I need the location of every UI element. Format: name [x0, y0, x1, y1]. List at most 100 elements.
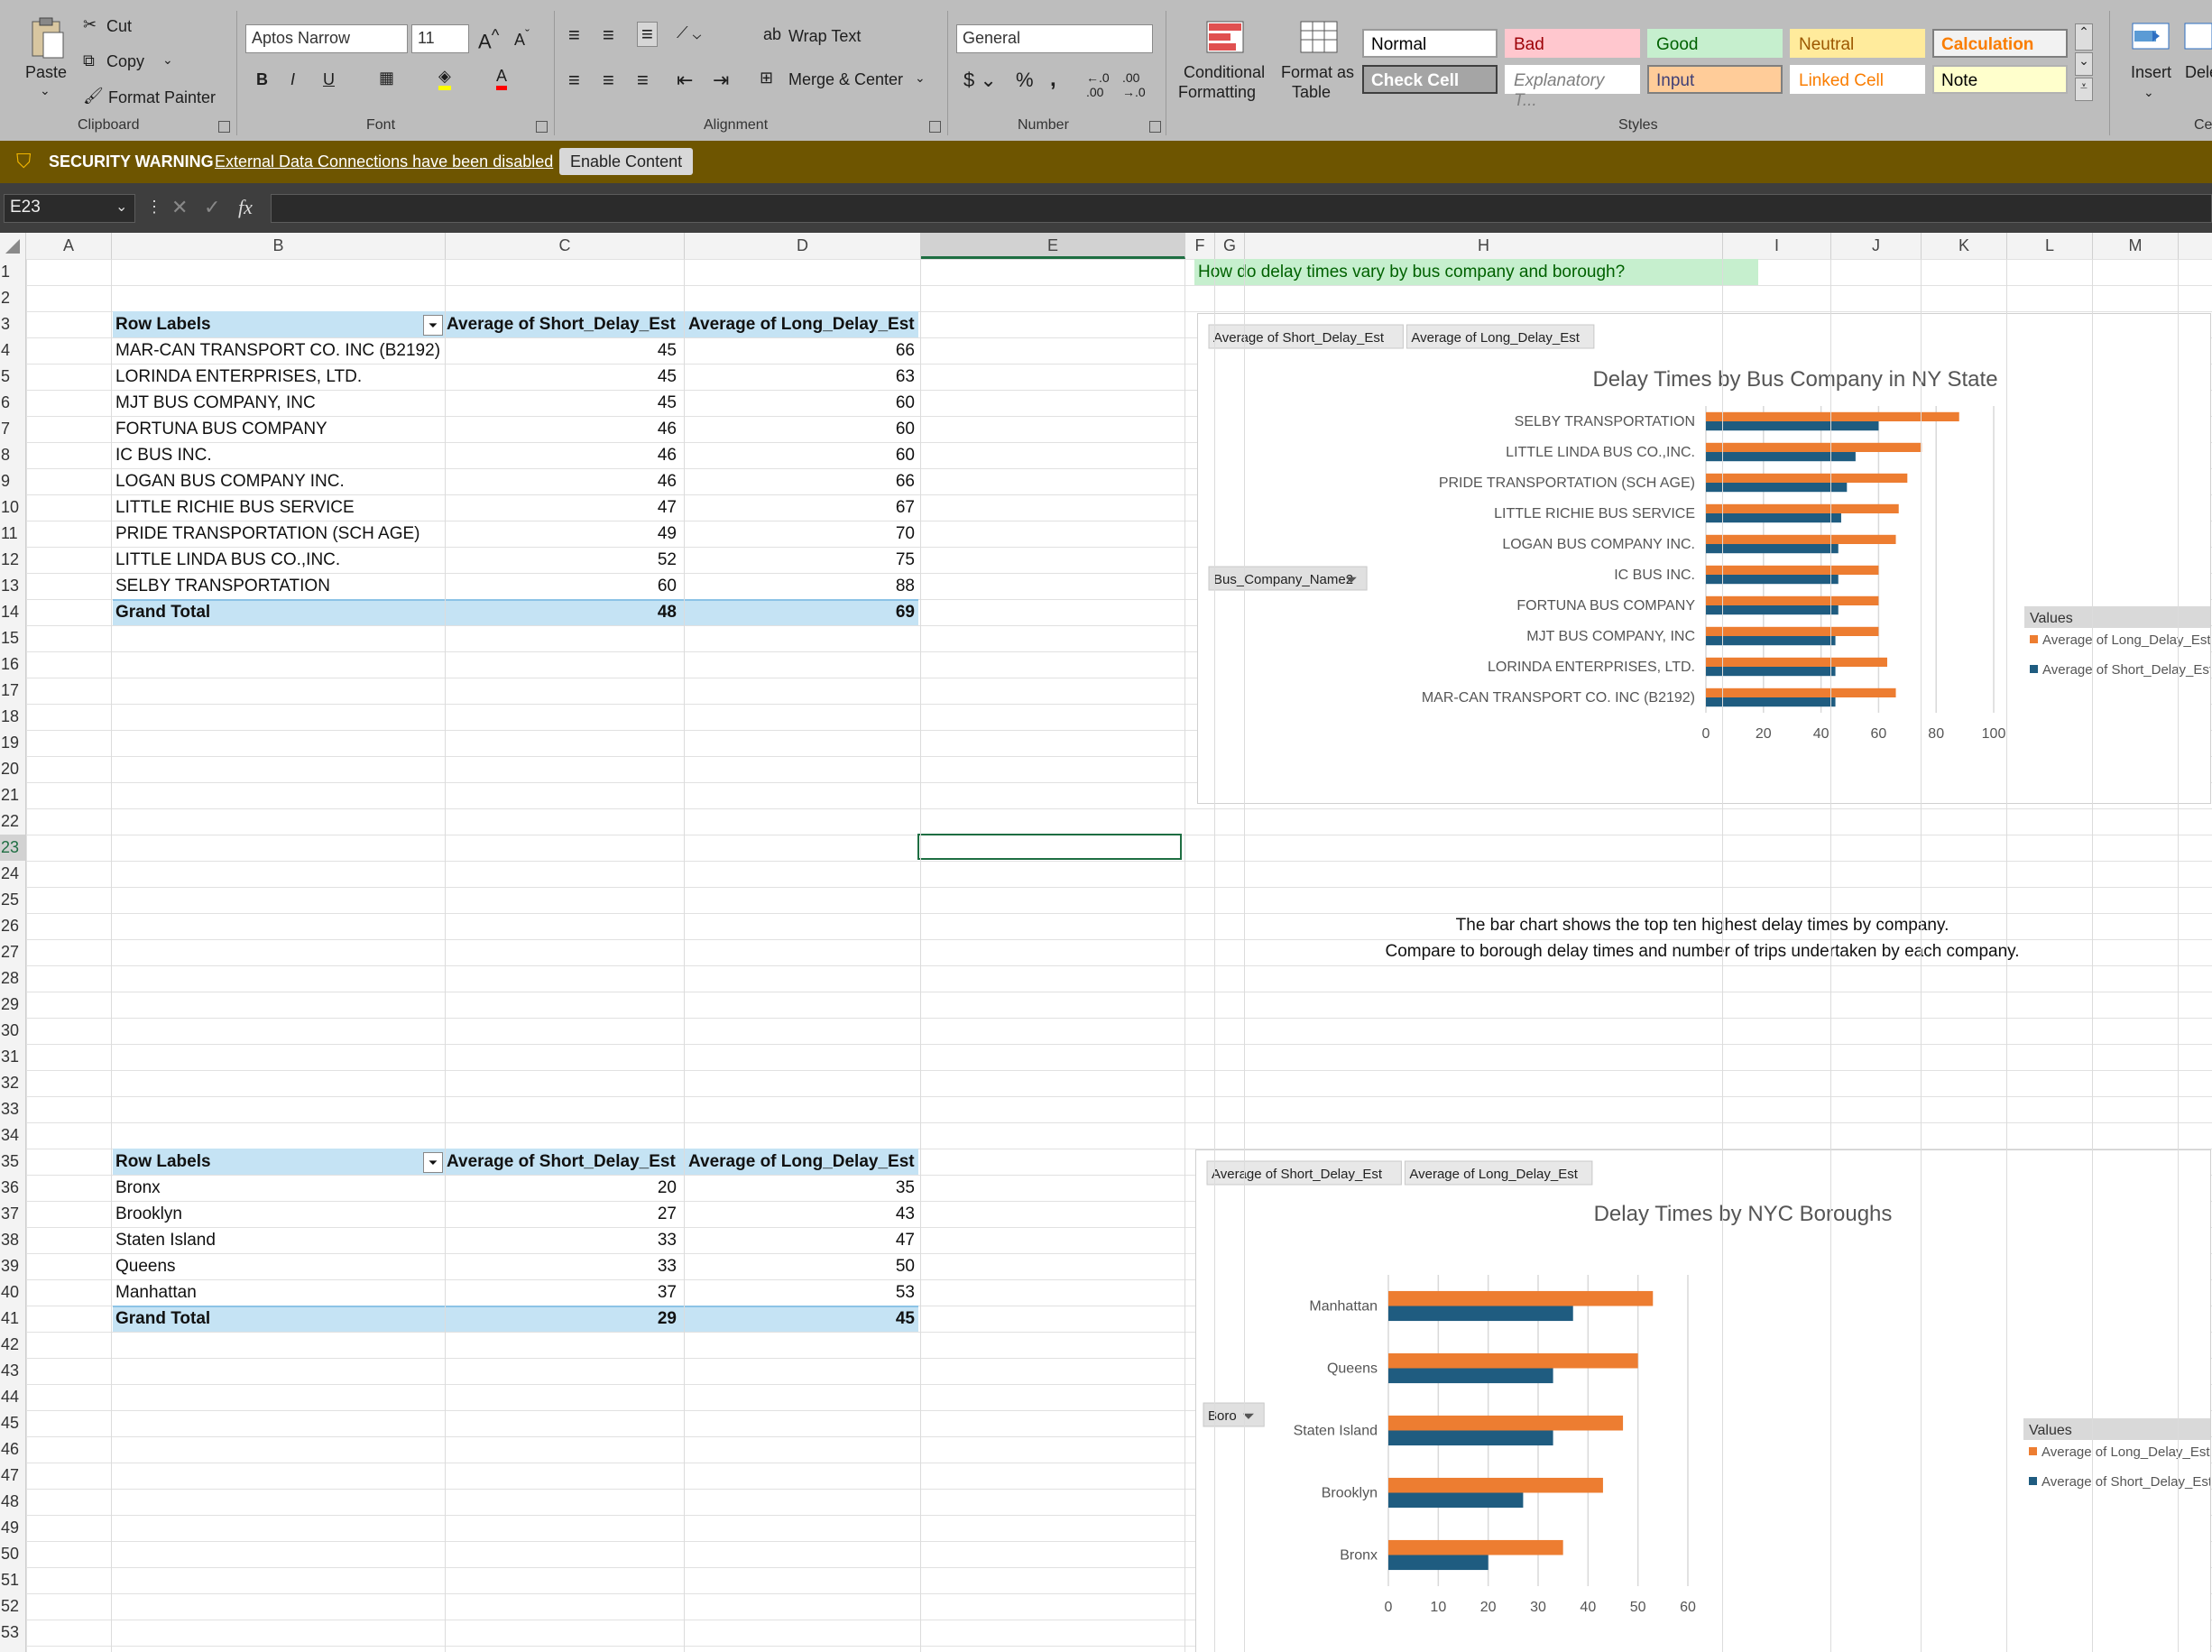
row-header-34[interactable]: 34	[0, 1122, 25, 1149]
row-header-18[interactable]: 18	[0, 704, 25, 730]
row-header-50[interactable]: 50	[0, 1541, 25, 1567]
pivot1-short-value[interactable]: 45	[447, 337, 677, 364]
insert-function-button[interactable]: fx	[238, 196, 253, 219]
cell-style-input[interactable]: Input	[1647, 65, 1783, 94]
column-header-k[interactable]: K	[1922, 233, 2007, 259]
italic-icon[interactable]: I	[290, 70, 295, 89]
pivot1-short-value[interactable]: 46	[447, 468, 677, 494]
gallery-scroll-up-icon[interactable]: ⌃	[2075, 23, 2093, 51]
decrease-decimal-icon[interactable]: .00 →.0	[1122, 70, 1146, 99]
company-delay-chart[interactable]: Average of Short_Delay_Est Average of Lon…	[1197, 313, 2212, 804]
cell-style-calculation[interactable]: Calculation	[1932, 29, 2068, 58]
pivot1-row-label[interactable]: SELBY TRANSPORTATION	[115, 573, 330, 599]
pivot1-long-value[interactable]: 60	[685, 390, 915, 416]
bold-icon[interactable]: B	[256, 70, 268, 89]
row-header-16[interactable]: 16	[0, 651, 25, 678]
pivot1-long-value[interactable]: 70	[685, 521, 915, 547]
number-format-select[interactable]: General	[956, 24, 1153, 53]
enable-content-button[interactable]: Enable Content	[559, 148, 694, 175]
pivot1-row-label[interactable]: LITTLE LINDA BUS CO.,INC.	[115, 547, 340, 573]
row-header-45[interactable]: 45	[0, 1410, 25, 1436]
filter-icon[interactable]: ⏷	[423, 1152, 443, 1173]
row-header-30[interactable]: 30	[0, 1018, 25, 1044]
conditional-formatting-icon[interactable]	[1205, 20, 1245, 59]
wrap-text-button[interactable]: Wrap Text	[788, 27, 861, 46]
pivot2-row-labels-header[interactable]: Row Labels	[115, 1149, 211, 1175]
row-header-8[interactable]: 8	[0, 442, 25, 468]
row-header-31[interactable]: 31	[0, 1044, 25, 1070]
column-header-b[interactable]: B	[112, 233, 446, 259]
pivot1-long-value[interactable]: 63	[685, 364, 915, 390]
row-header-15[interactable]: 15	[0, 625, 25, 651]
row-header-32[interactable]: 32	[0, 1070, 25, 1096]
column-header-a[interactable]: A	[26, 233, 112, 259]
pivot2-short-value[interactable]: 20	[447, 1175, 677, 1201]
pivot2-long-header[interactable]: Average of Long_Delay_Est	[688, 1149, 915, 1175]
decrease-indent-icon[interactable]: ⇤	[677, 69, 693, 92]
gallery-more-icon[interactable]: ⩡	[2075, 78, 2093, 101]
row-header-23[interactable]: 23	[0, 835, 25, 861]
font-size-select[interactable]: 11	[411, 24, 469, 53]
question-cell[interactable]: How do delay times vary by bus company a…	[1194, 259, 1758, 285]
row-header-21[interactable]: 21	[0, 782, 25, 808]
row-header-46[interactable]: 46	[0, 1436, 25, 1463]
format-as-table-button-line2[interactable]: Table	[1292, 83, 1331, 102]
align-middle-icon[interactable]: ≡	[603, 23, 614, 47]
increase-indent-icon[interactable]: ⇥	[713, 69, 729, 92]
chevron-down-icon[interactable]: ⌄	[162, 52, 173, 68]
paste-icon[interactable]	[27, 16, 67, 60]
pivot2-long-value[interactable]: 50	[685, 1253, 915, 1279]
pivot1-total-long[interactable]: 69	[685, 599, 915, 625]
row-header-41[interactable]: 41	[0, 1306, 25, 1332]
formula-input[interactable]	[271, 194, 2212, 223]
pivot1-row-label[interactable]: IC BUS INC.	[115, 442, 212, 468]
conditional-formatting-button[interactable]: Conditional	[1184, 63, 1265, 82]
align-top-icon[interactable]: ≡	[568, 23, 580, 47]
pivot1-row-label[interactable]: MAR-CAN TRANSPORT CO. INC (B2192)	[115, 337, 440, 364]
cell-style-good[interactable]: Good	[1647, 29, 1783, 58]
increase-font-icon[interactable]: A^	[478, 25, 499, 53]
cut-icon[interactable]: ✂	[83, 15, 97, 34]
row-header-10[interactable]: 10	[0, 494, 25, 521]
format-as-table-button[interactable]: Format as	[1281, 63, 1354, 82]
pivot2-row-label[interactable]: Bronx	[115, 1175, 161, 1201]
cell-style-normal[interactable]: Normal	[1362, 29, 1498, 58]
pivot1-long-value[interactable]: 60	[685, 416, 915, 442]
row-header-39[interactable]: 39	[0, 1253, 25, 1279]
cut-button[interactable]: Cut	[106, 17, 132, 36]
pivot1-row-label[interactable]: FORTUNA BUS COMPANY	[115, 416, 327, 442]
delete-cells-icon[interactable]	[2183, 20, 2212, 57]
pivot2-short-header[interactable]: Average of Short_Delay_Est	[447, 1149, 676, 1175]
comma-icon[interactable]: ,	[1050, 67, 1056, 92]
pivot1-long-value[interactable]: 75	[685, 547, 915, 573]
row-header-51[interactable]: 51	[0, 1567, 25, 1593]
column-header-e[interactable]: E	[921, 233, 1185, 259]
pivot2-row-label[interactable]: Queens	[115, 1253, 176, 1279]
increase-decimal-icon[interactable]: ←.0.00	[1086, 70, 1110, 99]
row-header-28[interactable]: 28	[0, 965, 25, 992]
pivot1-short-value[interactable]: 60	[447, 573, 677, 599]
row-header-42[interactable]: 42	[0, 1332, 25, 1358]
delete-cells-button[interactable]: Dele	[2185, 63, 2212, 82]
pivot1-total-label[interactable]: Grand Total	[115, 599, 210, 625]
pivot2-total-short[interactable]: 29	[447, 1306, 677, 1332]
pivot2-row-label[interactable]: Staten Island	[115, 1227, 216, 1253]
pivot1-short-value[interactable]: 46	[447, 416, 677, 442]
cancel-icon[interactable]: ✕	[171, 196, 188, 219]
cell-style-note[interactable]: Note	[1932, 65, 2068, 94]
pivot2-long-value[interactable]: 35	[685, 1175, 915, 1201]
row-header-19[interactable]: 19	[0, 730, 25, 756]
pivot1-short-header[interactable]: Average of Short_Delay_Est	[447, 311, 676, 337]
pivot1-long-value[interactable]: 60	[685, 442, 915, 468]
dialog-launcher-icon[interactable]	[218, 121, 230, 133]
note-line-1[interactable]: The bar chart shows the top ten highest …	[1195, 912, 2209, 938]
pivot1-short-value[interactable]: 49	[447, 521, 677, 547]
align-bottom-icon[interactable]: ≡	[637, 22, 658, 47]
pivot1-short-value[interactable]: 45	[447, 364, 677, 390]
selected-cell-e23[interactable]	[917, 834, 1182, 860]
cell-style-check-cell[interactable]: Check Cell	[1362, 65, 1498, 94]
row-header-29[interactable]: 29	[0, 992, 25, 1018]
copy-button[interactable]: Copy	[106, 52, 144, 71]
cell-style-linked-cell[interactable]: Linked Cell	[1790, 65, 1925, 94]
row-header-33[interactable]: 33	[0, 1096, 25, 1122]
